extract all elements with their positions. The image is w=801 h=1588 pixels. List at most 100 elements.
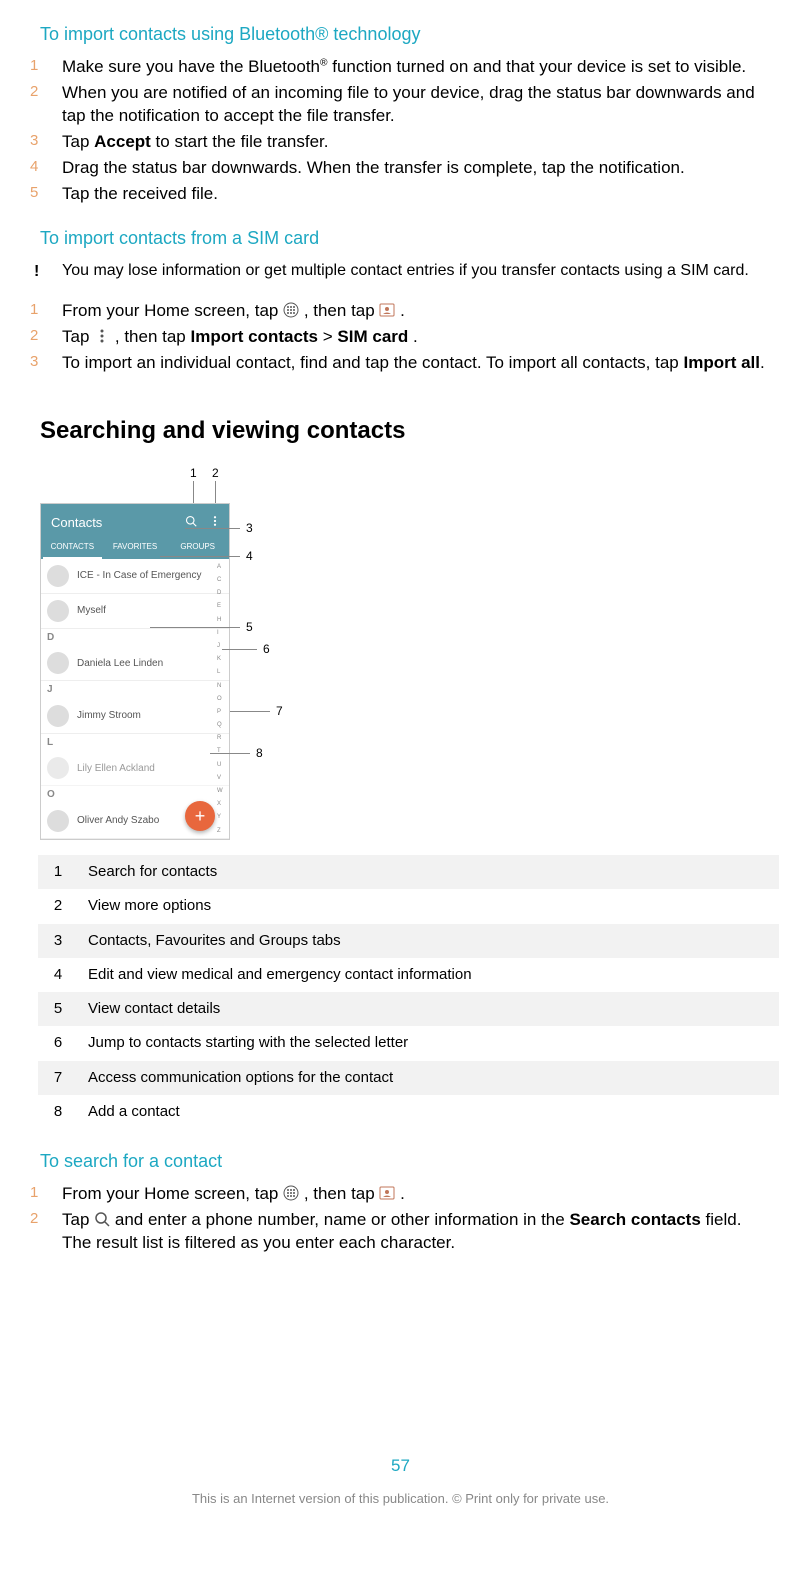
legend-row: 4Edit and view medical and emergency con…: [38, 958, 779, 992]
contact-row[interactable]: Lily Ellen Ackland: [41, 751, 229, 786]
legend-num: 3: [38, 924, 78, 958]
callout-1: 1: [190, 465, 197, 505]
avatar: [47, 600, 69, 622]
legend-row: 2View more options: [38, 889, 779, 923]
legend-row: 8Add a contact: [38, 1095, 779, 1129]
legend-row: 1Search for contacts: [38, 855, 779, 889]
step-text: to start the file transfer.: [151, 132, 329, 151]
search-icon: [94, 1211, 110, 1227]
section-heading: Searching and viewing contacts: [40, 415, 771, 447]
registered-mark: ®: [320, 58, 328, 69]
legend-text: Add a contact: [78, 1095, 779, 1129]
legend-num: 6: [38, 1026, 78, 1060]
section-letter: D: [41, 629, 229, 647]
search-icon[interactable]: [185, 515, 197, 532]
legend-row: 7Access communication options for the co…: [38, 1061, 779, 1095]
step-item: When you are notified of an incoming fil…: [30, 82, 771, 128]
page-number: 57: [30, 1455, 771, 1478]
legend-text: Edit and view medical and emergency cont…: [78, 958, 779, 992]
heading-sim: To import contacts from a SIM card: [40, 226, 771, 250]
legend-num: 2: [38, 889, 78, 923]
warning-text: You may lose information or get multiple…: [62, 262, 749, 279]
steps-search: From your Home screen, tap , then tap . …: [30, 1183, 771, 1255]
step-item: Make sure you have the Bluetooth® functi…: [30, 56, 771, 79]
step-text: Tap: [62, 327, 94, 346]
contacts-app-icon: [379, 1185, 395, 1201]
legend-text: Contacts, Favourites and Groups tabs: [78, 924, 779, 958]
legend-text: View more options: [78, 889, 779, 923]
myself-row[interactable]: Myself: [41, 594, 229, 629]
avatar: [47, 810, 69, 832]
warning-block: ! You may lose information or get multip…: [30, 260, 771, 282]
phone-header: Contacts: [41, 504, 229, 536]
steps-bluetooth: Make sure you have the Bluetooth® functi…: [30, 56, 771, 206]
step-text: .: [413, 327, 418, 346]
avatar: [47, 705, 69, 727]
step-text: , then tap: [304, 1184, 380, 1203]
legend-table: 1Search for contacts 2View more options …: [38, 855, 779, 1129]
tab-favorites[interactable]: FAVORITES: [104, 536, 167, 559]
alpha-index[interactable]: ACDEHIJKLNOPQRTUVWXYZ: [217, 559, 227, 839]
phone-header-title: Contacts: [51, 514, 102, 532]
ice-icon: [47, 565, 69, 587]
section-letter: L: [41, 734, 229, 752]
legend-text: Jump to contacts starting with the selec…: [78, 1026, 779, 1060]
sim-card-label: SIM card: [337, 327, 408, 346]
legend-num: 4: [38, 958, 78, 992]
avatar: [47, 757, 69, 779]
step-text: Tap: [62, 132, 94, 151]
import-contacts-label: Import contacts: [191, 327, 319, 346]
contact-name: Oliver Andy Szabo: [77, 814, 159, 828]
ice-label: ICE - In Case of Emergency: [77, 569, 202, 583]
step-text: function turned on and that your device …: [328, 57, 747, 76]
callout-7: 7: [230, 703, 283, 719]
step-text: .: [760, 353, 765, 372]
legend-num: 1: [38, 855, 78, 889]
callout-3: 3: [230, 520, 253, 536]
step-text: >: [323, 327, 338, 346]
step-text: From your Home screen, tap: [62, 1184, 283, 1203]
step-text: .: [400, 1184, 405, 1203]
legend-row: 6Jump to contacts starting with the sele…: [38, 1026, 779, 1060]
add-contact-fab[interactable]: +: [185, 801, 215, 831]
legend-row: 5View contact details: [38, 992, 779, 1026]
step-item: From your Home screen, tap , then tap .: [30, 300, 771, 323]
legend-text: View contact details: [78, 992, 779, 1026]
section-letter: J: [41, 681, 229, 699]
step-item: Tap and enter a phone number, name or ot…: [30, 1209, 771, 1255]
step-item: To import an individual contact, find an…: [30, 352, 771, 375]
phone-body: ICE - In Case of Emergency Myself D Dani…: [41, 559, 229, 839]
ice-row[interactable]: ICE - In Case of Emergency: [41, 559, 229, 594]
warning-icon: !: [34, 261, 39, 283]
avatar: [47, 652, 69, 674]
step-text: , then tap: [304, 301, 380, 320]
legend-text: Access communication options for the con…: [78, 1061, 779, 1095]
callout-5: 5: [230, 619, 253, 635]
accept-label: Accept: [94, 132, 151, 151]
contact-name: Daniela Lee Linden: [77, 657, 163, 671]
step-item: From your Home screen, tap , then tap .: [30, 1183, 771, 1206]
steps-sim: From your Home screen, tap , then tap . …: [30, 300, 771, 375]
footer-note: This is an Internet version of this publ…: [30, 1490, 771, 1508]
step-item: Tap Accept to start the file transfer.: [30, 131, 771, 154]
apps-icon: [283, 302, 299, 318]
heading-bluetooth: To import contacts using Bluetooth® tech…: [40, 22, 771, 46]
page-footer: 57 This is an Internet version of this p…: [30, 1455, 771, 1507]
step-item: Tap the received file.: [30, 183, 771, 206]
contact-row[interactable]: Daniela Lee Linden: [41, 646, 229, 681]
more-vert-icon[interactable]: [209, 515, 221, 532]
legend-row: 3Contacts, Favourites and Groups tabs: [38, 924, 779, 958]
step-text: To import an individual contact, find an…: [62, 353, 683, 372]
import-all-label: Import all: [683, 353, 760, 372]
more-vert-icon: [94, 328, 110, 344]
step-item: Drag the status bar downwards. When the …: [30, 157, 771, 180]
callout-6: 6: [230, 641, 270, 657]
tab-contacts[interactable]: CONTACTS: [41, 536, 104, 559]
legend-text: Search for contacts: [78, 855, 779, 889]
legend-num: 8: [38, 1095, 78, 1129]
callout-8: 8: [230, 745, 263, 761]
contact-name: Lily Ellen Ackland: [77, 762, 155, 776]
step-item: Tap , then tap Import contacts > SIM car…: [30, 326, 771, 349]
phone-mockup: 1 2 Contacts CONTACTS FAVORITES GROUPS I…: [40, 465, 300, 845]
contact-row[interactable]: Jimmy Stroom: [41, 699, 229, 734]
